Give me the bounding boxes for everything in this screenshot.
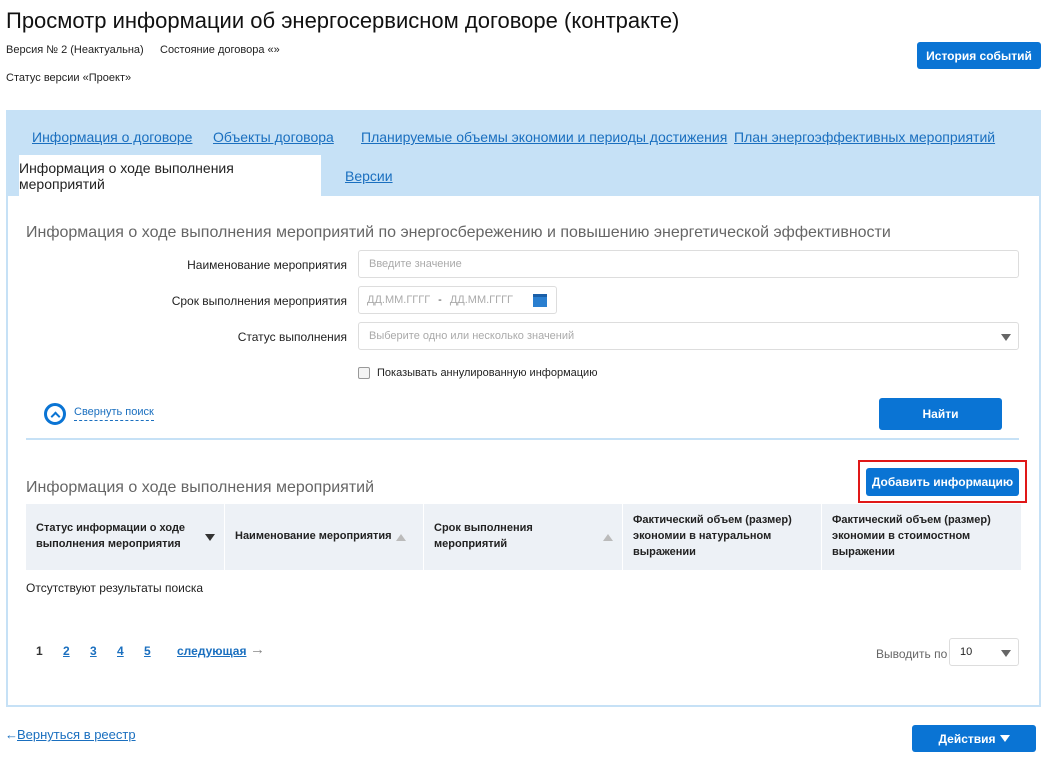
tab-contract-objects[interactable]: Объекты договора [213,129,334,145]
status-label: Статус выполнения [237,330,347,344]
page-title: Просмотр информации об энергосервисном д… [6,8,680,33]
tab-versions[interactable]: Версии [345,168,393,184]
collapse-icon[interactable] [44,403,66,425]
status-placeholder: Выберите одно или несколько значений [369,330,575,342]
sort-asc-icon[interactable] [395,533,406,541]
tab-progress-info[interactable]: Информация о ходе выполнения мероприятий [19,155,321,196]
collapse-search-link[interactable]: Свернуть поиск [74,406,154,421]
actions-button[interactable]: Действия [912,725,1036,752]
page-4[interactable]: 4 [117,644,124,658]
chevron-down-icon [1001,650,1011,657]
page-2[interactable]: 2 [63,644,70,658]
column-header-cost-savings: Фактический объем (размер) экономии в ст… [832,514,991,558]
chevron-down-icon [999,735,1010,742]
version-status: Статус версии «Проект» [6,72,132,84]
arrow-right-icon[interactable]: → [250,641,265,658]
sort-asc-icon[interactable] [603,534,613,541]
page-5[interactable]: 5 [144,644,151,658]
status-select[interactable]: Выберите одно или несколько значений [358,322,1019,350]
column-header-status[interactable]: Статус информации о ходе выполнения меро… [26,504,225,570]
column-header-name[interactable]: Наименование мероприятия [225,504,424,570]
results-title: Информация о ходе выполнения мероприятий [26,479,375,496]
date-from[interactable]: ДД.ММ.ГГГГ [367,294,430,306]
empty-results: Отсутствуют результаты поиска [26,581,204,595]
date-label: Срок выполнения мероприятия [171,294,347,308]
per-page-label: Выводить по [876,647,948,661]
search-title: Информация о ходе выполнения мероприятий… [26,224,891,241]
show-cancelled-checkbox[interactable] [358,367,370,379]
per-page-value: 10 [960,646,973,658]
tab-efficiency-plan[interactable]: План энергоэффективных мероприятий [734,129,995,145]
divider [26,438,1019,440]
add-info-button[interactable]: Добавить информацию [866,468,1019,496]
per-page-select[interactable]: 10 [949,638,1019,666]
results-table-header: Статус информации о ходе выполнения меро… [26,504,1021,570]
sort-desc-icon[interactable] [205,534,215,541]
next-page-link[interactable]: следующая [177,644,246,658]
contract-state: Состояние договора «» [160,44,280,56]
page-1[interactable]: 1 [36,644,43,658]
column-header-deadline[interactable]: Срок выполнения мероприятий [424,504,623,570]
date-separator: - [438,294,442,306]
history-button[interactable]: История событий [917,42,1041,69]
chevron-down-icon [1001,334,1011,341]
show-cancelled-label: Показывать аннулированную информацию [377,367,598,379]
name-label: Наименование мероприятия [187,258,347,272]
name-input[interactable]: Введите значение [358,250,1019,278]
column-header-natural-savings: Фактический объем (размер) экономии в на… [623,504,822,570]
back-to-registry-link[interactable]: Вернуться в реестр [17,727,136,742]
calendar-icon[interactable] [533,294,547,307]
tab-contract-info[interactable]: Информация о договоре [32,129,192,145]
page-3[interactable]: 3 [90,644,97,658]
date-range-input[interactable]: ДД.ММ.ГГГГ - ДД.ММ.ГГГГ [358,286,557,314]
date-to[interactable]: ДД.ММ.ГГГГ [450,294,513,306]
version-label: Версия № 2 (Неактуальна) [6,44,144,56]
tab-planned-savings[interactable]: Планируемые объемы экономии и периоды до… [361,129,727,145]
find-button[interactable]: Найти [879,398,1002,430]
